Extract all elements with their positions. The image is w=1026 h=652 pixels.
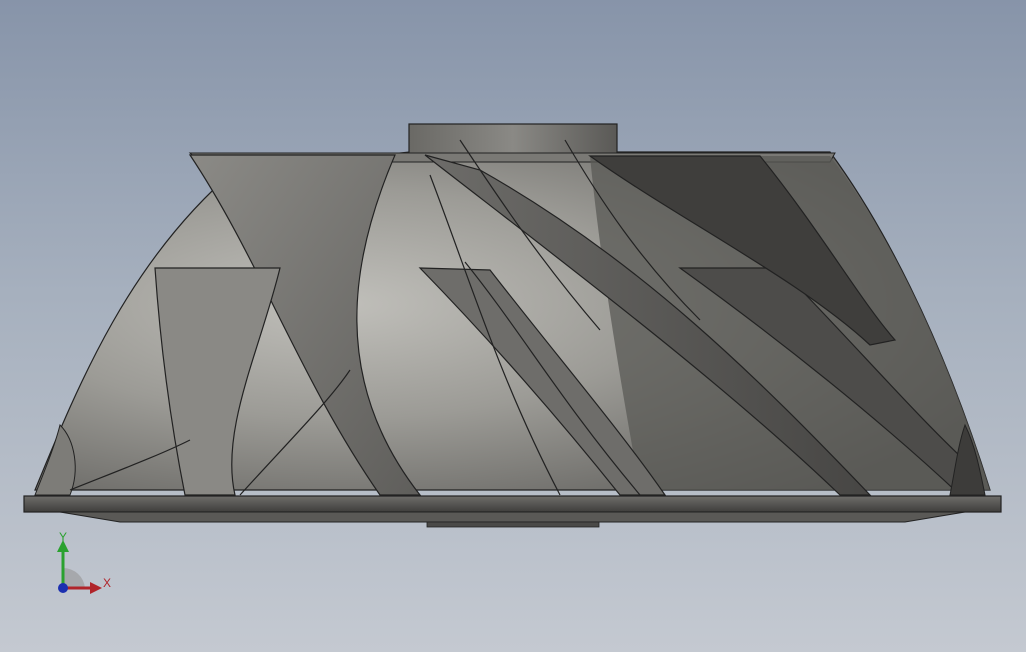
graphics-viewport[interactable]: X Y xyxy=(0,0,1026,652)
base-shaft-stub xyxy=(426,521,600,528)
x-axis-label: X xyxy=(103,576,111,590)
z-axis-dot xyxy=(58,583,68,593)
coordinate-triad: X Y xyxy=(40,528,130,608)
impeller-model[interactable] xyxy=(0,0,1026,652)
base-flange xyxy=(23,495,1002,513)
y-axis-label: Y xyxy=(59,530,67,544)
hub-top-boss xyxy=(408,123,618,157)
base-flange-lower xyxy=(59,511,966,523)
x-axis-arrow xyxy=(90,582,102,594)
